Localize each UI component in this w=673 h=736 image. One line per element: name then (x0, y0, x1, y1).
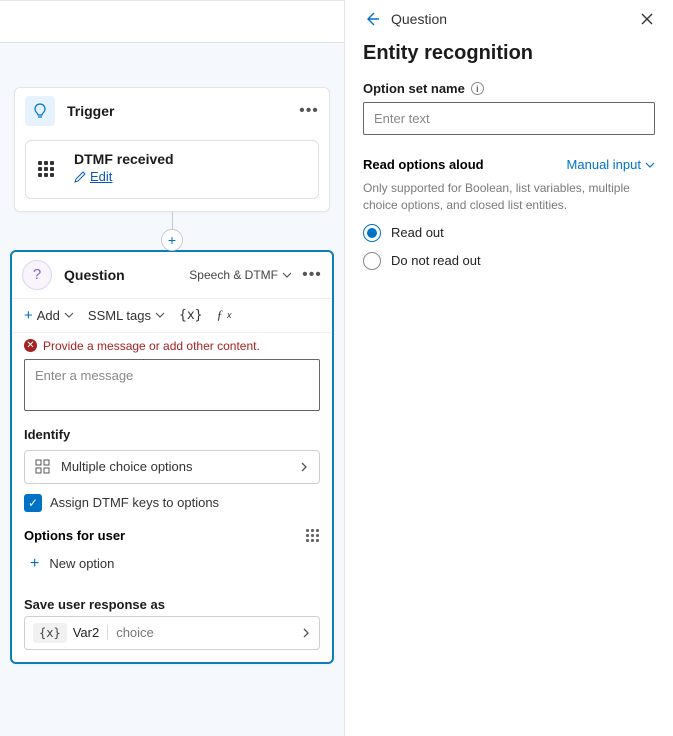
message-placeholder: Enter a message (35, 368, 133, 383)
formula-button[interactable]: ƒx (217, 307, 232, 323)
trigger-title: Trigger (67, 103, 299, 119)
close-button[interactable] (639, 11, 655, 27)
properties-panel: Question Entity recognition Option set n… (345, 0, 673, 736)
save-response-label: Save user response as (12, 591, 332, 616)
assign-dtmf-checkbox[interactable]: ✓ (24, 494, 42, 512)
read-out-label: Read out (391, 225, 444, 240)
error-message: ✕ Provide a message or add other content… (12, 333, 332, 357)
add-label: Add (37, 308, 60, 323)
chevron-right-icon (299, 462, 309, 472)
variable-type: choice (107, 625, 154, 640)
chevron-down-icon (155, 310, 165, 320)
new-option-button[interactable]: + New option (12, 545, 332, 591)
plus-icon: + (30, 555, 39, 573)
question-title: Question (64, 267, 189, 283)
do-not-read-radio[interactable]: Do not read out (363, 252, 655, 270)
edit-link[interactable]: Edit (74, 169, 112, 184)
question-icon: ? (22, 260, 52, 290)
add-step-button[interactable]: + (161, 229, 183, 251)
trigger-event-card[interactable]: DTMF received Edit (25, 140, 319, 199)
identify-label: Identify (12, 423, 332, 446)
chevron-down-icon (645, 160, 655, 170)
read-out-radio[interactable]: Read out (363, 224, 655, 242)
mode-label: Speech & DTMF (189, 268, 278, 282)
radio-unchecked-icon (363, 252, 381, 270)
keypad-icon (38, 161, 60, 177)
read-aloud-label: Read options aloud (363, 157, 484, 172)
options-icon (35, 459, 51, 475)
chevron-down-icon (64, 310, 74, 320)
chevron-right-icon (301, 628, 311, 638)
variable-selector[interactable]: {x} Var2 choice (24, 616, 320, 650)
plus-icon: + (24, 307, 33, 324)
help-text: Only supported for Boolean, list variabl… (363, 180, 655, 214)
mode-dropdown[interactable]: Speech & DTMF (189, 268, 292, 282)
question-more-button[interactable]: ••• (302, 266, 322, 284)
manual-input-label: Manual input (567, 157, 641, 172)
reorder-handle-icon[interactable] (306, 529, 320, 542)
edit-link-label: Edit (90, 169, 112, 184)
trigger-event-title: DTMF received (74, 151, 174, 167)
pencil-icon (74, 171, 86, 183)
question-card: ? Question Speech & DTMF ••• + Add SSML … (10, 250, 334, 664)
message-input[interactable]: Enter a message (24, 359, 320, 411)
radio-checked-icon (363, 224, 381, 242)
identify-value: Multiple choice options (61, 459, 193, 474)
back-button[interactable] (363, 10, 381, 28)
insert-variable-button[interactable]: {x} (179, 308, 202, 323)
variable-name: Var2 (73, 625, 100, 640)
do-not-read-label: Do not read out (391, 253, 481, 268)
option-set-input[interactable] (363, 102, 655, 135)
options-label: Options for user (24, 528, 125, 543)
panel-title: Entity recognition (363, 42, 655, 65)
ssml-dropdown[interactable]: SSML tags (88, 308, 165, 323)
trigger-icon (25, 96, 55, 126)
new-option-label: New option (49, 556, 114, 571)
assign-dtmf-label: Assign DTMF keys to options (50, 495, 219, 510)
ssml-label: SSML tags (88, 308, 151, 323)
error-icon: ✕ (24, 339, 37, 352)
add-button[interactable]: + Add (24, 307, 74, 324)
info-icon[interactable]: i (471, 82, 484, 95)
chevron-down-icon (282, 270, 292, 280)
identify-selector[interactable]: Multiple choice options (24, 450, 320, 484)
manual-input-dropdown[interactable]: Manual input (567, 157, 655, 172)
trigger-card: Trigger ••• DTMF received Edit (14, 87, 330, 212)
option-set-label: Option set name i (363, 81, 655, 96)
trigger-more-button[interactable]: ••• (299, 102, 319, 120)
variable-icon: {x} (33, 623, 67, 643)
panel-breadcrumb: Question (391, 11, 629, 27)
